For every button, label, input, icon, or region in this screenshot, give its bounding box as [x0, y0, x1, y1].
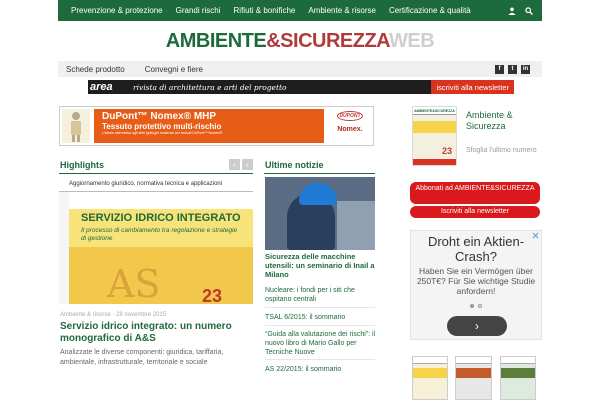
area-tagline: rivista di architettura e arti del proge…: [133, 82, 287, 92]
highlight-image-strip: Aggiornamento giuridico, normativa tecni…: [59, 177, 253, 192]
nav-icons: [508, 6, 542, 15]
highlight-meta: Ambiente & risorse · 28 novembre 2015: [60, 312, 167, 318]
magazine-browse-link[interactable]: Sfoglia l'ultimo numero: [466, 147, 537, 154]
facebook-icon[interactable]: f: [495, 64, 504, 74]
top-navigation: Prevenzione & protezione Grandi rischi R…: [58, 0, 542, 21]
latest-news-image[interactable]: [265, 177, 375, 250]
nav-item-ambiente[interactable]: Ambiente & risorse: [308, 6, 376, 15]
nomex-logo: Nomex.: [337, 126, 363, 133]
magazine-cover[interactable]: AMBIENTE&SICUREZZA 23: [412, 106, 457, 166]
carousel-dot[interactable]: [470, 304, 474, 308]
aktien-ad-body: Haben Sie ein Vermögen über 250T€? Für S…: [416, 266, 536, 296]
dupont-ad-title: DuPont™ Nomex® MHP: [102, 111, 217, 122]
magazine-cover-header: AMBIENTE&SICUREZZA: [413, 107, 456, 115]
secondary-navigation: Schede prodotto Convegni e fiere f t in: [58, 61, 542, 77]
news-separator: [265, 325, 375, 326]
latest-news-headline[interactable]: Sicurezza delle macchine utensili: un se…: [265, 252, 375, 279]
chevron-right-icon[interactable]: ›: [242, 159, 253, 170]
magazine-thumbnail[interactable]: [500, 356, 536, 400]
dupont-ad-subtitle: Tessuto protettivo multi-rischio: [102, 122, 222, 131]
dupont-ad[interactable]: DuPont™ Nomex® MHP Tessuto protettivo mu…: [59, 106, 374, 146]
twitter-icon[interactable]: t: [508, 64, 517, 74]
highlight-excerpt: Analizzate le diverse componenti: giurid…: [60, 349, 224, 366]
worker-figure-image: [62, 109, 90, 143]
dupont-brand: DUPONT Nomex.: [328, 111, 372, 141]
latest-news-divider: [264, 173, 375, 174]
linkedin-icon[interactable]: in: [521, 64, 530, 74]
magazine-thumbnail[interactable]: [455, 356, 492, 400]
area-newsletter-cta[interactable]: iscriviti alla newsletter: [431, 80, 514, 94]
news-item[interactable]: AS 22/2015: il sommario: [265, 365, 377, 374]
chevron-left-icon[interactable]: ‹: [229, 159, 240, 170]
aktien-ad-headline: Droht ein Aktien-Crash?: [427, 234, 525, 264]
nav-item-certificazione[interactable]: Certificazione & qualità: [389, 6, 471, 15]
logo-part-ambiente: AMBIENTE: [165, 30, 267, 52]
search-icon[interactable]: [525, 6, 533, 15]
nav-item-prevenzione[interactable]: Prevenzione & protezione: [71, 6, 163, 15]
highlights-title: Highlights: [60, 160, 104, 170]
news-image-helmet: [299, 183, 337, 205]
user-icon[interactable]: [508, 7, 516, 15]
highlight-image-number: 23: [202, 286, 223, 304]
newsletter-button[interactable]: Iscriviti alla newsletter: [410, 206, 540, 218]
subscribe-button[interactable]: Abbonati ad AMBIENTE&SICUREZZA: [410, 182, 540, 204]
carousel-dot[interactable]: [478, 304, 482, 308]
nav-item-rifiuti[interactable]: Rifiuti & bonifiche: [234, 6, 296, 15]
ad-choices-icon[interactable]: [532, 232, 539, 241]
news-image-background: [337, 201, 375, 250]
magazine-cover-band: [413, 121, 456, 133]
logo-part-sicurezza: &SICUREZZA: [266, 30, 390, 52]
magazine-cover-footer: [413, 159, 456, 165]
highlight-image-title: SERVIZIO IDRICO INTEGRATO: [81, 212, 241, 224]
dupont-ad-note: L'ideale alternativa agli abiti ignifugh…: [102, 131, 223, 135]
site-logo[interactable]: AMBIENTE&SICUREZZAWEB: [0, 30, 600, 53]
highlight-image-white-area: [69, 192, 253, 210]
ad-carousel-dots: [411, 304, 541, 308]
news-item[interactable]: “Guida alla valutazione dei rischi”: il …: [265, 330, 377, 357]
highlight-image-subtitle: Il processo di cambiamento tra regolazio…: [81, 227, 238, 242]
highlights-arrows: ‹ ›: [229, 159, 253, 170]
logo-part-web: WEB: [389, 30, 435, 52]
news-separator: [265, 307, 375, 308]
latest-news-title: Ultime notizie: [265, 160, 324, 170]
social-links: f t in: [495, 64, 542, 74]
area-logo: area: [90, 81, 113, 93]
news-separator: [265, 359, 375, 360]
highlights-image[interactable]: Aggiornamento giuridico, normativa tecni…: [59, 177, 253, 304]
highlights-divider: [59, 173, 253, 174]
dupont-ad-text-panel: DuPont™ Nomex® MHP Tessuto protettivo mu…: [94, 109, 324, 143]
magazine-title[interactable]: Ambiente & Sicurezza: [466, 110, 546, 132]
dupont-logo: DUPONT: [337, 111, 363, 121]
aktien-ad-arrow-button[interactable]: ›: [447, 316, 507, 336]
area-banner-ad[interactable]: area rivista di architettura e arti del …: [88, 80, 514, 94]
magazine-thumbnail[interactable]: [412, 356, 448, 400]
magazine-cover-number: 23: [441, 146, 452, 156]
aktien-ad[interactable]: Droht ein Aktien-Crash? Haben Sie ein Ve…: [410, 230, 542, 340]
subnav-convegni[interactable]: Convegni e fiere: [145, 65, 203, 74]
highlight-image-leftbar: [59, 192, 69, 304]
subnav-schede-prodotto[interactable]: Schede prodotto: [66, 65, 125, 74]
news-item[interactable]: TSAL 6/2015: il sommario: [265, 313, 377, 322]
nav-item-grandi-rischi[interactable]: Grandi rischi: [176, 6, 221, 15]
news-item[interactable]: Nucleare: i fondi per i siti che ospitan…: [265, 286, 377, 304]
highlight-image-logo: AS: [107, 262, 161, 304]
highlight-headline[interactable]: Servizio idrico integrato: un numero mon…: [60, 321, 255, 345]
